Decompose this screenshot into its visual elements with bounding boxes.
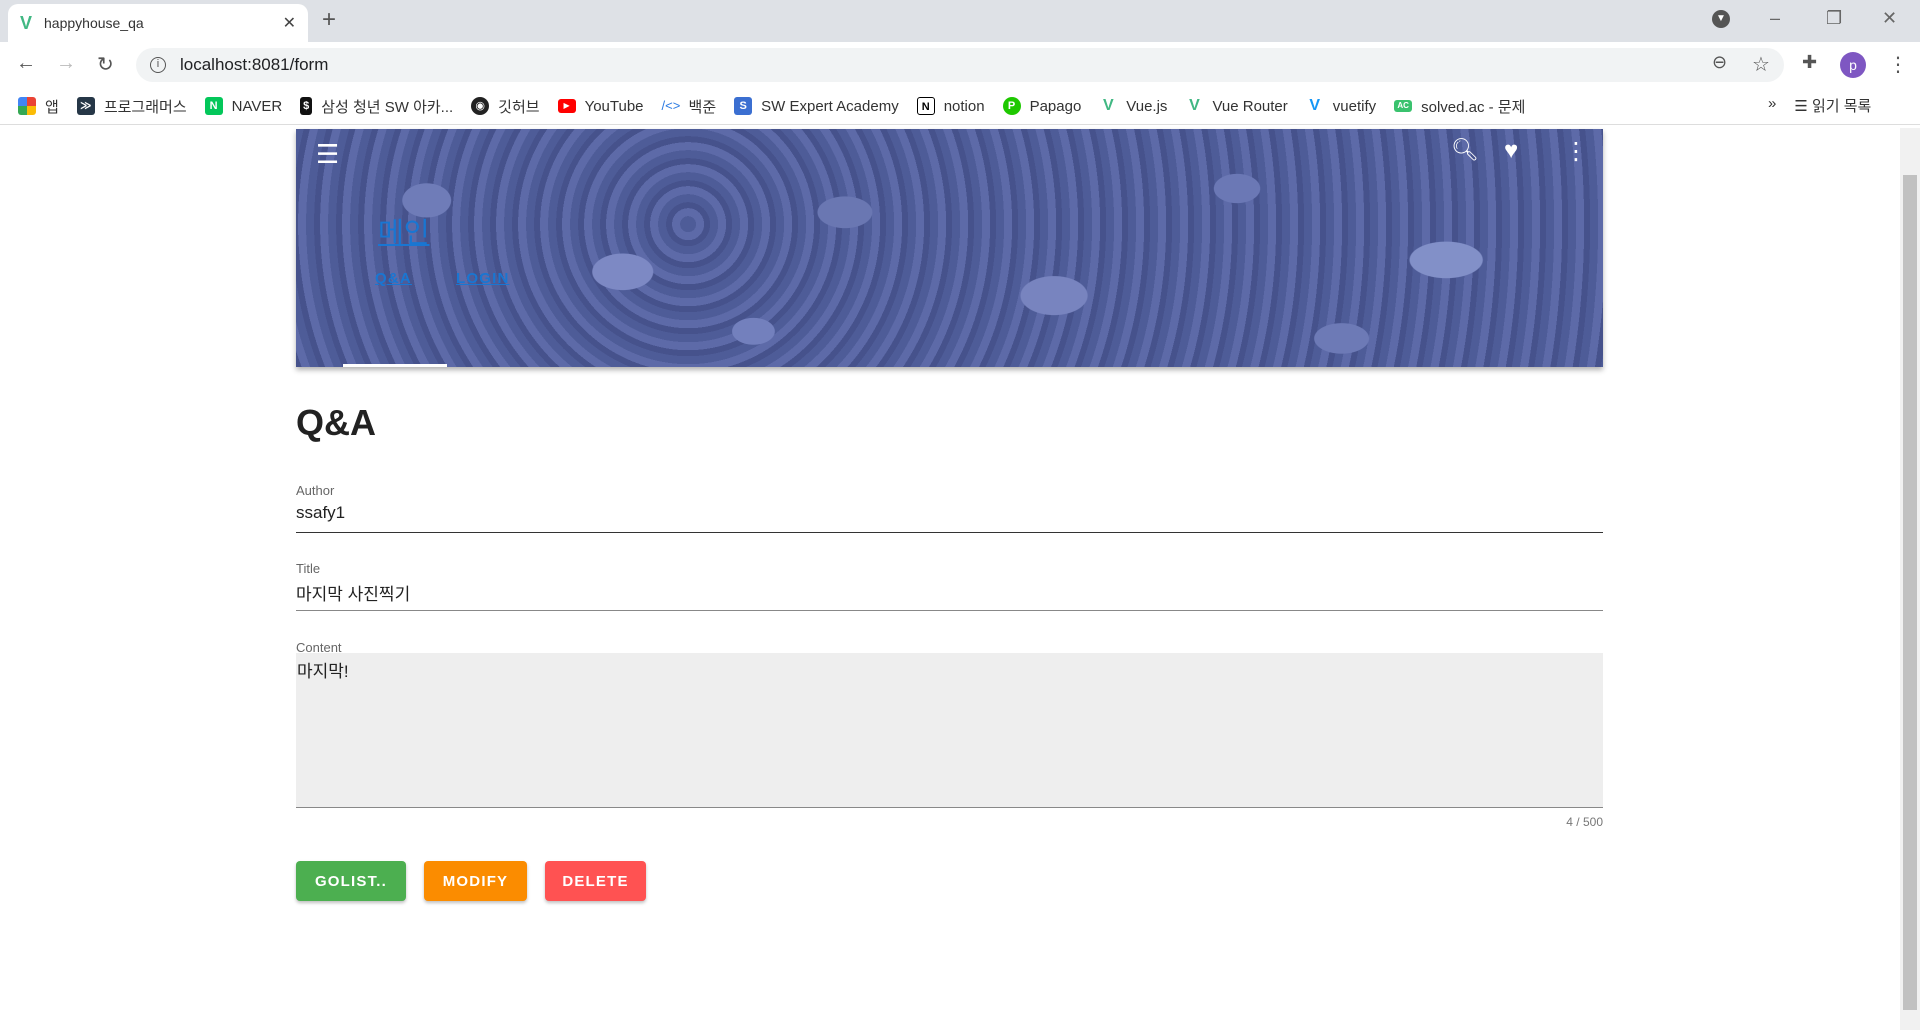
- bookmark-baekjoon[interactable]: /<> 백준: [662, 96, 717, 117]
- vuetify-icon: V: [1309, 97, 1321, 114]
- tab-search-icon[interactable]: ▼: [1712, 10, 1730, 28]
- new-tab-button[interactable]: +: [322, 6, 336, 34]
- search-icon[interactable]: 🔍︎: [1451, 137, 1479, 163]
- bookmark-label: 깃허브: [498, 98, 540, 116]
- bookmark-label: Vue Router: [1212, 97, 1288, 115]
- tab-login[interactable]: LOGIN: [456, 270, 510, 287]
- browser-tab[interactable]: V happyhouse_qa ✕: [8, 4, 308, 42]
- bookmark-vue-router[interactable]: V Vue Router: [1185, 97, 1288, 115]
- naver-icon: N: [204, 97, 223, 115]
- reload-icon[interactable]: ↻: [97, 52, 114, 77]
- content-textarea[interactable]: 마지막!: [296, 653, 1603, 808]
- bookmarks-bar: 앱 ≫ 프로그래머스 N NAVER $ 삼성 청년 SW 아카... ◉ 깃허브 ▶ Y…: [0, 88, 1920, 125]
- bookmark-label: 앱: [45, 98, 59, 116]
- reading-list-label: 읽기 목록: [1811, 98, 1872, 115]
- main-title-link[interactable]: 메인: [378, 211, 430, 251]
- programmers-icon: ≫: [76, 97, 95, 115]
- bookmark-label: Papago: [1029, 97, 1082, 115]
- bookmark-vuejs[interactable]: V Vue.js: [1099, 97, 1167, 115]
- hamburger-menu-icon[interactable]: ☰: [316, 139, 339, 170]
- bookmark-label: NAVER: [231, 97, 283, 115]
- bookmark-youtube[interactable]: ▶ YouTube: [557, 97, 644, 115]
- tab-title: happyhouse_qa: [44, 15, 144, 31]
- url-text: localhost:8081/form: [180, 55, 329, 74]
- apps-grid-icon: [18, 97, 36, 115]
- app-bar: ☰ 🔍︎ ♥ ⋮ 메인 Q&A LOGIN: [296, 129, 1603, 367]
- bookmark-solved-ac[interactable]: AC solved.ac - 문제: [1394, 96, 1525, 117]
- title-label: Title: [296, 561, 321, 576]
- vue-favicon-icon: V: [20, 12, 33, 33]
- back-icon[interactable]: ←: [16, 52, 36, 75]
- code-icon: /<>: [661, 98, 681, 113]
- bookmark-ssafy[interactable]: $ 삼성 청년 SW 아카...: [300, 96, 453, 117]
- title-underline: [296, 610, 1603, 611]
- delete-button[interactable]: DELETE: [545, 861, 646, 901]
- forward-icon[interactable]: →: [56, 52, 76, 75]
- golist-button[interactable]: GOLIST..: [296, 861, 406, 901]
- bookmark-label: notion: [943, 97, 985, 115]
- minimize-button[interactable]: –: [1770, 8, 1780, 29]
- scrollbar-thumb[interactable]: [1903, 175, 1917, 1010]
- more-vert-icon[interactable]: ⋮: [1564, 137, 1588, 166]
- vue-icon: V: [1189, 97, 1200, 114]
- extensions-icon[interactable]: ✚: [1802, 52, 1817, 73]
- author-label: Author: [296, 483, 335, 498]
- tab-qa[interactable]: Q&A: [375, 270, 412, 287]
- bookmark-notion[interactable]: Nnotion: [916, 97, 985, 115]
- close-tab-icon[interactable]: ✕: [283, 13, 296, 33]
- title-field[interactable]: 마지막 사진찍기: [296, 580, 1603, 605]
- bookmark-apps[interactable]: 앱: [18, 96, 59, 117]
- reading-list-button[interactable]: ☰ 읽기 목록: [1794, 95, 1871, 116]
- bookmark-label: 삼성 청년 SW 아카...: [321, 98, 454, 116]
- info-icon[interactable]: i: [150, 57, 166, 73]
- bookmark-label: 백준: [688, 98, 717, 116]
- restore-button[interactable]: ❐: [1826, 8, 1842, 29]
- bookmark-github[interactable]: ◉ 깃허브: [471, 96, 540, 117]
- more-bookmarks-button[interactable]: »: [1768, 95, 1776, 116]
- bookmark-label: Vue.js: [1126, 97, 1168, 115]
- bookmark-star-icon[interactable]: ☆: [1752, 52, 1770, 77]
- notion-icon: N: [916, 97, 935, 115]
- solved-ac-icon: AC: [1394, 100, 1413, 112]
- bookmark-vuetify[interactable]: Vvuetify: [1306, 97, 1376, 115]
- close-window-button[interactable]: ✕: [1882, 8, 1897, 29]
- bookmark-naver[interactable]: N NAVER: [204, 97, 283, 115]
- bookmark-label: SW Expert Academy: [761, 97, 899, 115]
- page-title: Q&A: [296, 402, 376, 443]
- reading-list-icon: ☰: [1794, 98, 1812, 115]
- modify-button[interactable]: MODIFY: [424, 861, 527, 901]
- bookmark-label: vuetify: [1332, 97, 1377, 115]
- bookmarks-right: » ☰ 읽기 목록: [1768, 95, 1871, 116]
- vue-icon: V: [1102, 97, 1114, 114]
- profile-avatar[interactable]: p: [1840, 52, 1866, 78]
- bookmark-label: solved.ac - 문제: [1421, 98, 1526, 116]
- chrome-menu-icon[interactable]: ⋮: [1888, 52, 1908, 77]
- author-underline: [296, 532, 1603, 533]
- char-counter: 4 / 500: [1566, 815, 1603, 829]
- author-field[interactable]: ssafy1: [296, 503, 1603, 523]
- ssafy-icon: $: [300, 97, 313, 115]
- papago-icon: P: [1002, 97, 1021, 115]
- bookmark-label: YouTube: [584, 97, 644, 115]
- active-tab-indicator: [343, 364, 447, 367]
- bookmark-papago[interactable]: P Papago: [1002, 97, 1082, 115]
- address-bar[interactable]: i localhost:8081/form: [136, 48, 1784, 82]
- bookmark-swea[interactable]: S SW Expert Academy: [734, 97, 899, 115]
- bookmark-programmers[interactable]: ≫ 프로그래머스: [76, 96, 187, 117]
- bookmark-label: 프로그래머스: [103, 98, 187, 116]
- youtube-icon: ▶: [557, 99, 576, 113]
- zoom-icon[interactable]: ⊖: [1712, 52, 1727, 73]
- heart-icon[interactable]: ♥: [1504, 137, 1518, 165]
- github-icon: ◉: [471, 97, 490, 115]
- swea-icon: S: [734, 97, 753, 115]
